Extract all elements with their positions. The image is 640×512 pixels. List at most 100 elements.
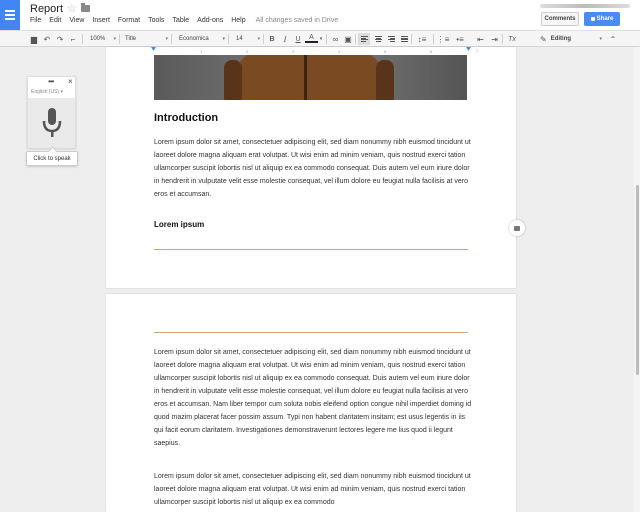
section-heading[interactable]: Introduction bbox=[154, 112, 218, 124]
collapse-toolbar-icon[interactable]: ⌃ bbox=[607, 33, 619, 45]
language-select[interactable]: English (US) ▾ bbox=[31, 89, 63, 95]
body-paragraph[interactable]: Lorem ipsum dolor sit amet, consectetuer… bbox=[154, 470, 472, 509]
line-spacing-icon[interactable]: ↕≡ bbox=[415, 33, 429, 45]
align-right-icon[interactable] bbox=[385, 33, 397, 45]
style-select[interactable]: Title ▾ bbox=[123, 33, 168, 45]
language-label: English (US) bbox=[31, 89, 60, 95]
toolbar-divider bbox=[355, 34, 356, 44]
close-icon[interactable]: × bbox=[68, 77, 73, 86]
more-options-icon[interactable]: ••• bbox=[48, 77, 54, 86]
pencil-icon: ✎ bbox=[540, 34, 547, 44]
formatting-toolbar: ▆ ↶ ↷ ⌐ 100% ▾ Title ▾ Economica ▾ 14 ▾ B I … bbox=[0, 30, 640, 47]
account-name[interactable] bbox=[540, 4, 630, 8]
comment-icon bbox=[514, 225, 520, 231]
align-center-icon[interactable] bbox=[372, 33, 384, 45]
decrease-indent-icon[interactable]: ⇤ bbox=[475, 33, 486, 45]
menu-edit[interactable]: Edit bbox=[49, 17, 61, 24]
numbered-list-icon[interactable]: ⋮≡ bbox=[436, 33, 450, 45]
align-left-icon[interactable] bbox=[358, 33, 370, 45]
horizontal-rule bbox=[154, 249, 468, 250]
app-header: Report ☆ File Edit View Insert Format To… bbox=[0, 0, 640, 30]
share-label: Share bbox=[596, 16, 614, 22]
zoom-select[interactable]: 100% ▾ bbox=[88, 33, 116, 45]
menu-bar: File Edit View Insert Format Tools Table… bbox=[30, 17, 338, 24]
ruler-tick: 4 bbox=[338, 49, 341, 54]
text-color-label: A bbox=[309, 33, 314, 41]
bold-button[interactable]: B bbox=[267, 33, 277, 45]
menu-format[interactable]: Format bbox=[118, 17, 140, 24]
document-image[interactable] bbox=[154, 55, 467, 100]
font-select[interactable]: Economica ▾ bbox=[177, 33, 225, 45]
comments-button[interactable]: Comments bbox=[541, 12, 579, 26]
add-comment-button[interactable] bbox=[509, 220, 525, 236]
voice-typing-panel: ••• × English (US) ▾ bbox=[27, 76, 76, 148]
bulleted-list-icon[interactable]: •≡ bbox=[453, 33, 467, 45]
redo-icon[interactable]: ↷ bbox=[54, 33, 66, 45]
docs-home-icon[interactable] bbox=[0, 0, 20, 30]
folder-icon[interactable] bbox=[81, 3, 90, 12]
ruler-tick: 3 bbox=[292, 49, 295, 54]
zoom-value: 100% bbox=[90, 36, 106, 42]
star-icon[interactable]: ☆ bbox=[67, 2, 77, 15]
body-paragraph[interactable]: Lorem ipsum dolor sit amet, consectetuer… bbox=[154, 346, 472, 450]
horizontal-rule bbox=[154, 332, 468, 333]
right-indent-marker[interactable] bbox=[466, 47, 471, 51]
link-icon[interactable]: ∞ bbox=[330, 33, 341, 45]
print-icon[interactable]: ▆ bbox=[28, 33, 40, 45]
toolbar-divider bbox=[228, 34, 229, 44]
comment-icon[interactable]: ▣ bbox=[343, 33, 353, 45]
chevron-down-icon[interactable]: ▾ bbox=[318, 33, 324, 45]
document-page[interactable]: Lorem ipsum dolor sit amet, consectetuer… bbox=[106, 294, 516, 512]
microphone-icon bbox=[42, 108, 61, 137]
toolbar-divider bbox=[263, 34, 264, 44]
italic-button[interactable]: I bbox=[280, 33, 290, 45]
click-to-speak-tooltip: Click to speak bbox=[26, 151, 78, 166]
menu-insert[interactable]: Insert bbox=[92, 17, 110, 24]
share-button[interactable]: Share bbox=[584, 12, 620, 26]
font-size-select[interactable]: 14 ▾ bbox=[234, 33, 260, 45]
font-size-value: 14 bbox=[236, 36, 243, 42]
text-color-button[interactable]: A bbox=[305, 33, 318, 43]
underline-button[interactable]: U bbox=[293, 33, 303, 45]
ruler-tick: 1 bbox=[200, 49, 203, 54]
ruler-tick: 2 bbox=[246, 49, 249, 54]
style-value: Title bbox=[125, 36, 137, 42]
image-figure-arm bbox=[376, 60, 394, 100]
editing-mode-select[interactable]: ✎ Editing ▾ bbox=[540, 33, 602, 45]
menu-help[interactable]: Help bbox=[231, 17, 245, 24]
align-justify-icon[interactable] bbox=[398, 33, 410, 45]
body-paragraph[interactable]: Lorem ipsum dolor sit amet, consectetuer… bbox=[154, 136, 472, 201]
document-title[interactable]: Report bbox=[30, 3, 63, 15]
toolbar-divider bbox=[411, 34, 412, 44]
subheading[interactable]: Lorem ipsum bbox=[154, 220, 204, 229]
chevron-down-icon: ▾ bbox=[257, 36, 260, 42]
menu-addons[interactable]: Add-ons bbox=[197, 17, 223, 24]
increase-indent-icon[interactable]: ⇥ bbox=[489, 33, 500, 45]
font-value: Economica bbox=[179, 36, 209, 42]
ruler-tick: 7 bbox=[476, 49, 479, 54]
editing-mode-label: Editing bbox=[550, 36, 572, 42]
left-indent-marker[interactable] bbox=[151, 47, 156, 51]
document-page[interactable]: Introduction Lorem ipsum dolor sit amet,… bbox=[106, 47, 516, 288]
clear-formatting-label: Tx bbox=[508, 35, 516, 43]
microphone-button[interactable] bbox=[28, 98, 75, 148]
menu-view[interactable]: View bbox=[69, 17, 84, 24]
toolbar-divider bbox=[502, 34, 503, 44]
image-figure bbox=[234, 55, 384, 100]
image-figure-arm bbox=[224, 60, 242, 100]
clear-formatting-button[interactable]: Tx bbox=[506, 33, 518, 45]
menu-tools[interactable]: Tools bbox=[148, 17, 164, 24]
toolbar-divider bbox=[433, 34, 434, 44]
lock-icon bbox=[590, 17, 595, 21]
paint-format-icon[interactable]: ⌐ bbox=[67, 33, 79, 45]
menu-file[interactable]: File bbox=[30, 17, 41, 24]
scrollbar-thumb[interactable] bbox=[636, 185, 639, 375]
chevron-down-icon: ▾ bbox=[165, 36, 168, 42]
ruler[interactable]: 1 2 3 4 5 6 7 bbox=[106, 47, 516, 54]
toolbar-divider bbox=[119, 34, 120, 44]
save-status[interactable]: All changes saved in Drive bbox=[256, 17, 339, 24]
toolbar-divider bbox=[326, 34, 327, 44]
menu-table[interactable]: Table bbox=[172, 17, 189, 24]
ruler-tick: 5 bbox=[384, 49, 387, 54]
undo-icon[interactable]: ↶ bbox=[41, 33, 53, 45]
